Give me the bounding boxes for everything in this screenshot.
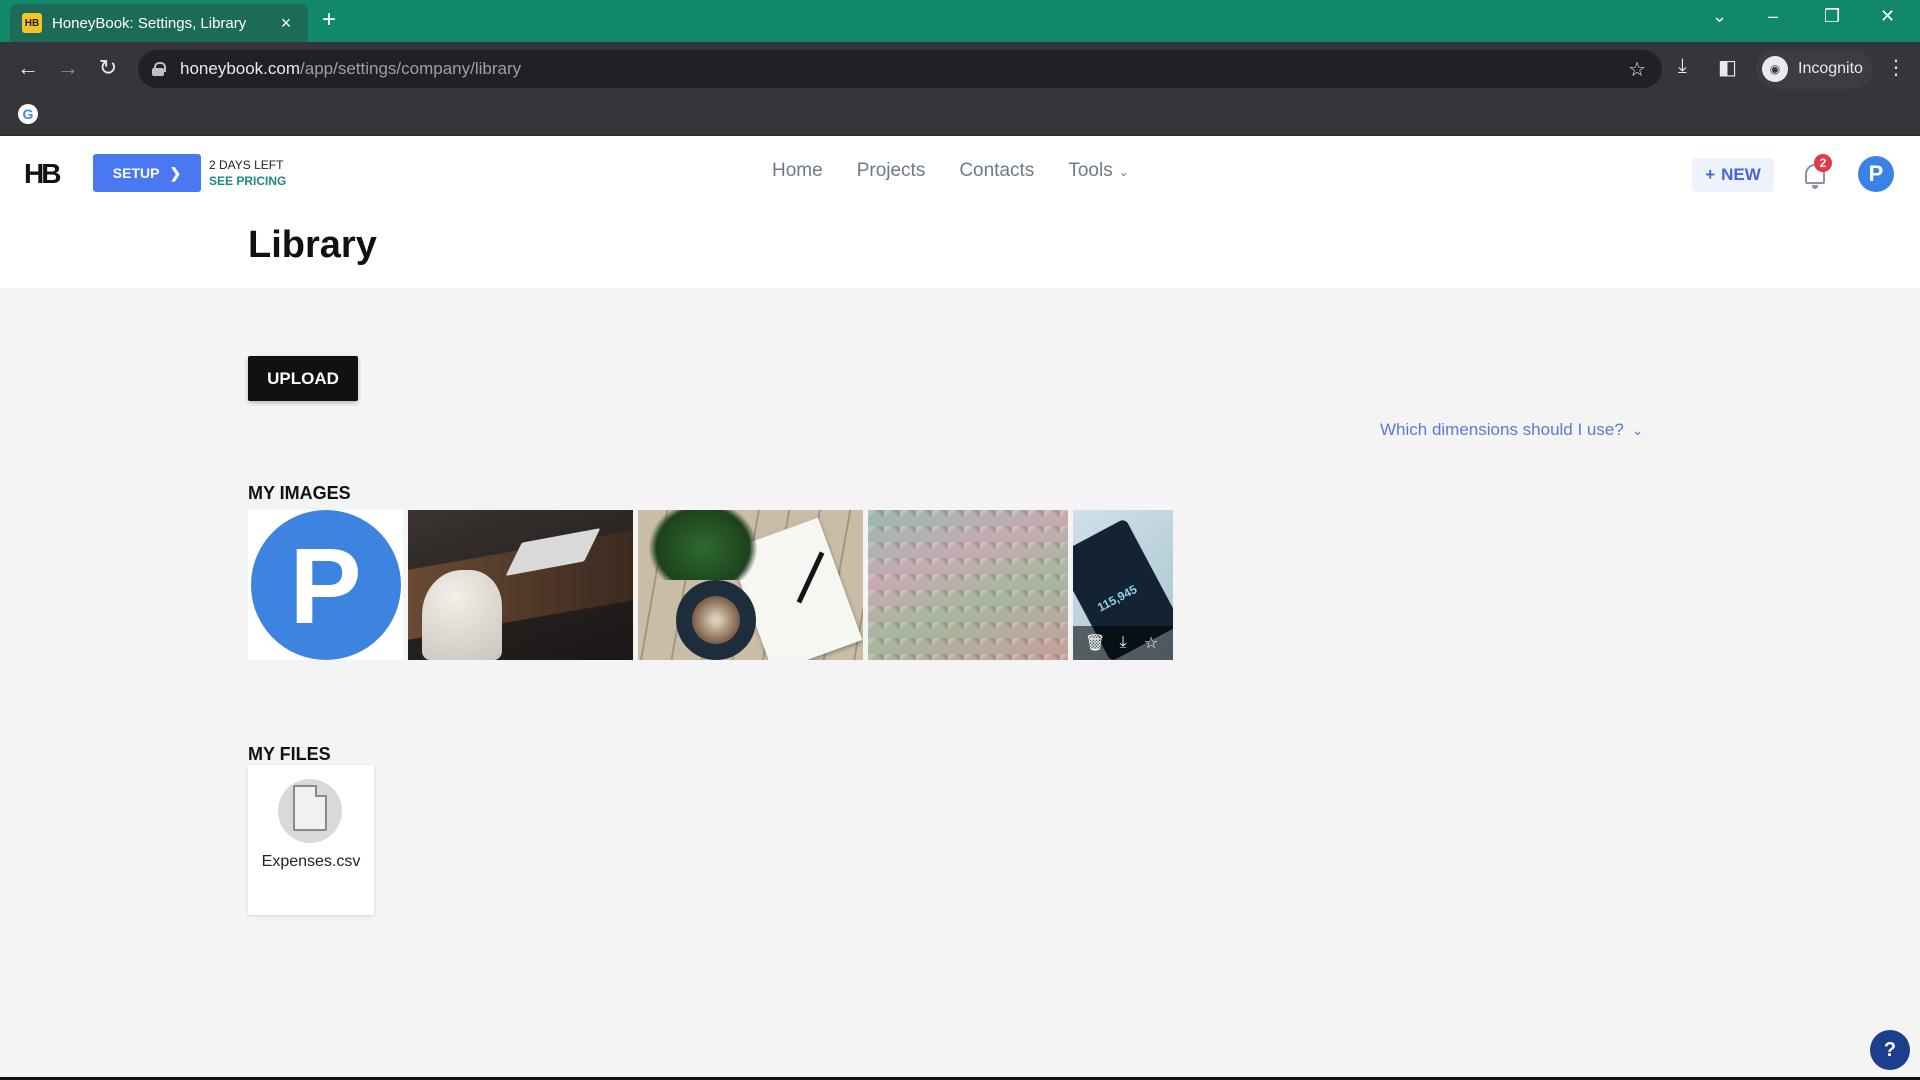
forward-icon[interactable]: → (54, 55, 82, 81)
chevron-down-icon: ⌄ (1118, 165, 1129, 179)
chevron-down-icon: ⌄ (1631, 421, 1644, 438)
trial-info: 2 DAYS LEFT SEE PRICING (209, 157, 286, 189)
download-icon[interactable]: ⤓ (1678, 55, 1687, 78)
side-panel-icon[interactable]: ◧ (1718, 55, 1737, 80)
setup-label: SETUP (112, 165, 160, 181)
reload-icon[interactable]: ↻ (94, 55, 122, 81)
avatar-image-letter: P (250, 510, 401, 660)
new-tab-icon[interactable]: + (322, 8, 336, 32)
main-nav: Home Projects Contacts Tools ⌄ (772, 160, 1129, 182)
honeybook-favicon-icon: HB (22, 13, 42, 33)
user-avatar[interactable]: P (1858, 156, 1894, 192)
menu-icon[interactable]: ⋮ (1886, 55, 1906, 80)
tab-search-icon[interactable]: ⌄ (1712, 6, 1727, 27)
star-icon[interactable]: ☆ (1141, 633, 1161, 653)
close-window-icon[interactable]: ✕ (1880, 6, 1895, 27)
image-thumbnail-coffee[interactable] (638, 510, 863, 660)
app-header: HB SETUP ❯ 2 DAYS LEFT SEE PRICING Home … (0, 136, 1920, 288)
address-bar[interactable]: honeybook.com/app/settings/company/libra… (138, 50, 1662, 88)
chevron-right-icon: ❯ (169, 164, 182, 181)
dimensions-link-label: Which dimensions should I use? (1380, 420, 1624, 439)
upload-button[interactable]: UPLOAD (248, 356, 358, 401)
bookmark-star-icon[interactable]: ☆ (1628, 57, 1646, 82)
bookmarks-bar (0, 96, 1920, 136)
nav-tools-label: Tools (1068, 160, 1113, 181)
nav-projects[interactable]: Projects (857, 160, 926, 182)
image-thumbnail-desk[interactable] (408, 510, 633, 660)
phone-screen-text: 115,945 (1095, 582, 1140, 615)
new-button[interactable]: + NEW (1692, 158, 1774, 192)
restore-icon[interactable]: ❐ (1824, 6, 1840, 27)
trash-icon[interactable]: 🗑 (1085, 633, 1105, 653)
profile-label: Incognito (1798, 60, 1863, 77)
incognito-profile[interactable]: ◉ Incognito (1756, 49, 1873, 89)
url-path: /app/settings/company/library (300, 59, 522, 78)
dimensions-help-link[interactable]: Which dimensions should I use? ⌄ (1380, 420, 1644, 440)
my-images-title: MY IMAGES (248, 483, 351, 503)
image-actions-overlay: 🗑 ⤓ ☆ (1073, 626, 1173, 660)
page-title: Library (248, 224, 377, 266)
help-button[interactable]: ? (1870, 1030, 1910, 1070)
nav-contacts[interactable]: Contacts (959, 160, 1034, 182)
nav-tools[interactable]: Tools ⌄ (1068, 160, 1128, 182)
image-gallery: P 115,945 🗑 ⤓ ☆ (248, 510, 1173, 660)
google-icon[interactable]: G (18, 104, 38, 124)
browser-tab[interactable]: HB HoneyBook: Settings, Library × (10, 4, 308, 42)
url-host: honeybook.com (180, 59, 301, 78)
image-thumbnail-phone[interactable]: 115,945 🗑 ⤓ ☆ (1073, 510, 1173, 660)
plus-icon: + (1705, 165, 1716, 184)
tab-title: HoneyBook: Settings, Library (52, 14, 247, 32)
minimize-icon[interactable]: – (1768, 6, 1778, 27)
back-icon[interactable]: ← (14, 55, 42, 81)
my-files-title: MY FILES (248, 744, 331, 764)
trial-days-left: 2 DAYS LEFT (209, 158, 284, 172)
tab-close-icon[interactable]: × (276, 13, 296, 34)
lock-icon[interactable] (152, 62, 166, 76)
notification-badge: 2 (1814, 154, 1832, 172)
browser-toolbar: ← → ↻ honeybook.com/app/settings/company… (0, 42, 1920, 96)
image-thumbnail-tiles[interactable] (868, 510, 1068, 660)
browser-tabbar: HB HoneyBook: Settings, Library × + ⌄ – … (0, 0, 1920, 42)
setup-button[interactable]: SETUP ❯ (93, 154, 201, 192)
download-icon[interactable]: ⤓ (1113, 634, 1133, 652)
honeybook-logo[interactable]: HB (24, 158, 61, 190)
see-pricing-link[interactable]: SEE PRICING (209, 173, 286, 189)
incognito-icon: ◉ (1762, 56, 1788, 82)
image-thumbnail-avatar[interactable]: P (248, 510, 403, 660)
file-name: Expenses.csv (261, 853, 361, 870)
new-label: NEW (1721, 165, 1761, 184)
file-icon (293, 785, 327, 831)
file-card[interactable]: Expenses.csv (248, 765, 374, 915)
nav-home[interactable]: Home (772, 160, 823, 182)
